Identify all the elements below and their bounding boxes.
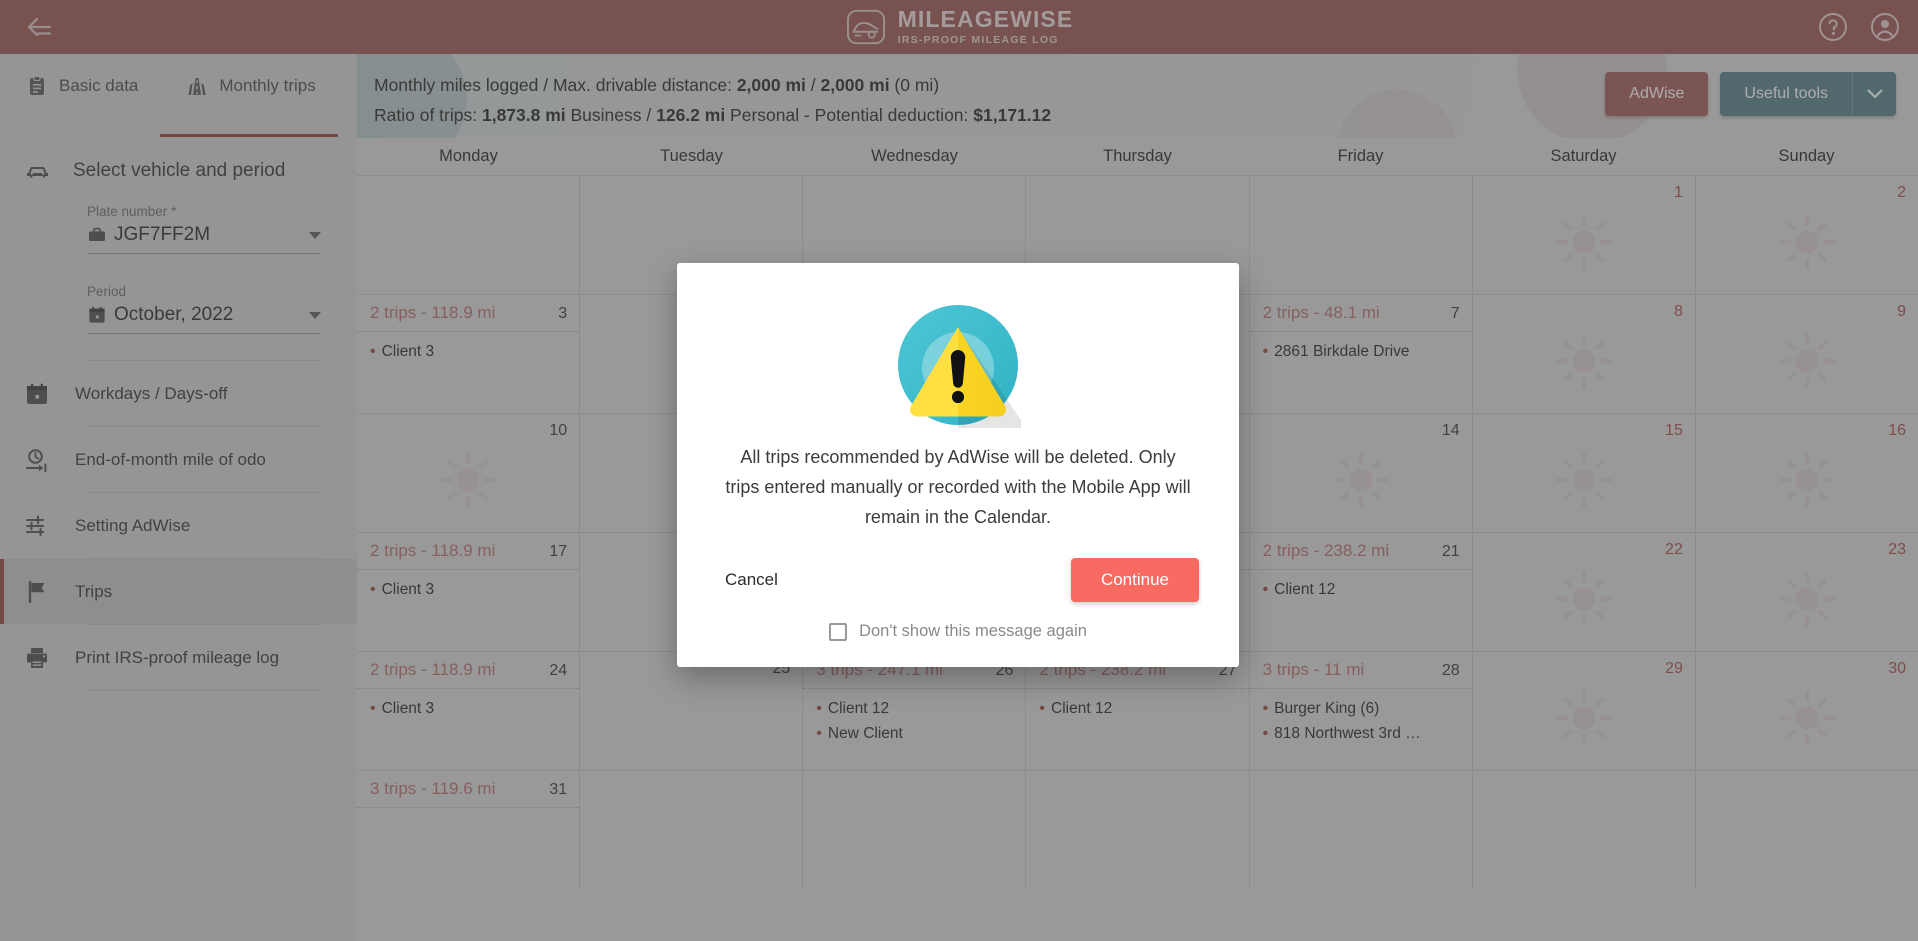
modal-overlay: All trips recommended by AdWise will be … <box>0 0 1918 941</box>
dont-show-again-label: Don't show this message again <box>859 622 1087 640</box>
continue-button[interactable]: Continue <box>1070 558 1199 602</box>
dont-show-again-row[interactable]: Don't show this message again <box>713 602 1203 645</box>
warning-triangle-icon <box>898 305 1021 428</box>
dialog-icon-area <box>713 285 1203 442</box>
dialog-actions: Cancel Continue <box>713 536 1203 602</box>
adwise-delete-confirm-dialog: All trips recommended by AdWise will be … <box>677 263 1239 667</box>
dialog-message: All trips recommended by AdWise will be … <box>725 447 1191 527</box>
dont-show-again-checkbox[interactable] <box>829 622 848 641</box>
cancel-button[interactable]: Cancel <box>717 560 786 600</box>
